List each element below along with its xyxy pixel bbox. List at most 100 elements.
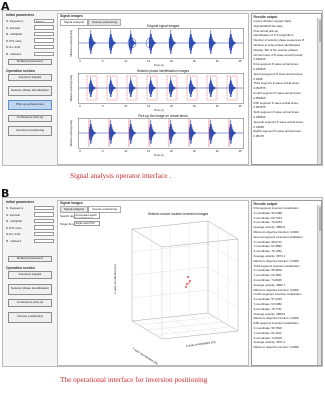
x-tick-label: 20 — [170, 149, 173, 153]
results-scrollbar-thumb-b[interactable] — [318, 207, 321, 231]
plot-frame — [78, 118, 244, 149]
x-tick-label: 15 — [147, 149, 150, 153]
x-tick-label: 15 — [147, 104, 150, 108]
tab-signal-analysis[interactable]: Signal analysis — [60, 18, 89, 26]
param-label: N. multiplier — [6, 32, 23, 37]
plot-frame — [78, 73, 244, 104]
param-label: S-S-L limit — [6, 232, 21, 237]
param-input[interactable] — [34, 38, 54, 43]
param-input[interactable] — [34, 25, 54, 30]
x-tick-label: 30 — [216, 149, 219, 153]
operation-button[interactable]: Inversion positioning — [8, 126, 52, 136]
param-row: N. multiplier — [6, 218, 54, 224]
param-label: P-STL ratio — [6, 225, 22, 230]
signal-images-group-b: Signal images Signal analysis Inverse po… — [57, 200, 249, 366]
operation-section-title: Operation section — [6, 69, 35, 73]
signal-plot[interactable]: 0 5 10 15 20 25 30 35 — [78, 118, 244, 154]
x-tick-label: 30 — [216, 59, 219, 63]
param-row: S. frequency — [6, 205, 54, 211]
signal-images-title: Signal images — [60, 14, 83, 18]
param-label: N. markers — [6, 52, 22, 56]
param-input[interactable] — [34, 238, 54, 244]
x-tick-label: 35 — [239, 149, 242, 153]
param-label: S. interval — [6, 25, 20, 30]
results-scrollbar-b[interactable] — [317, 205, 321, 365]
param-label: N. markers — [6, 239, 22, 243]
param-row: S. interval — [6, 212, 54, 218]
result-line: Minimum objective function: 0.0000 — [253, 345, 299, 350]
operation-button[interactable]: Inverse positioning — [8, 311, 52, 323]
operation-button[interactable]: Imported signals — [8, 271, 52, 279]
x-axis-label: X axis coordinates (m) — [186, 340, 216, 348]
x-axis-label: Time (s) — [154, 108, 164, 112]
initial-parameters-title-b: Initial parameters — [6, 200, 35, 204]
x-tick-label: 5 — [102, 104, 104, 108]
operation-button[interactable]: Continuous pick-up — [8, 114, 52, 122]
x-tick-label: 30 — [216, 104, 219, 108]
x-tick-label: 20 — [170, 104, 173, 108]
operation-button[interactable]: Pick up arrival times — [8, 100, 52, 110]
x-tick-label: 15 — [147, 59, 150, 63]
plot-frame — [78, 28, 244, 59]
inversion-plot-title: Seismic source location inversion images — [147, 212, 209, 216]
x-axis-label: Time (s) — [154, 153, 164, 157]
signal-images-group: Signal images Signal analysis Inverse po… — [57, 13, 249, 165]
x-axis-label: Time (s) — [154, 63, 164, 67]
inversion-positioning-window: Initial parameters S. frequency S. interv… — [2, 197, 323, 367]
x-tick-label: 35 — [239, 59, 242, 63]
param-input[interactable] — [34, 44, 54, 50]
signal-plot[interactable]: 0 5 10 15 20 25 30 35 — [78, 28, 244, 64]
operation-button[interactable]: Seismic phase identification — [8, 85, 52, 96]
param-input[interactable] — [34, 205, 54, 211]
param-row: P-STL ratio — [6, 225, 54, 231]
x-tick-label: 10 — [124, 149, 127, 153]
signal-plot[interactable]: 0 5 10 15 20 25 30 35 — [78, 73, 244, 109]
x-tick-label: 25 — [193, 104, 196, 108]
param-label: P-STL ratio — [6, 38, 22, 43]
param-label: S. frequency — [6, 19, 24, 23]
x-tick-label: 5 — [102, 59, 104, 63]
param-input[interactable] — [34, 212, 54, 217]
x-tick-label: 5 — [102, 149, 104, 153]
target-function-select[interactable]: Single wave PGV — [74, 221, 100, 226]
z-axis-label: Z axis coordinates (m) — [113, 264, 117, 294]
param-row: P-STL ratio — [6, 38, 54, 44]
param-input[interactable] — [34, 51, 54, 57]
left-control-column-b: Initial parameters S. frequency S. interv… — [4, 199, 56, 365]
initial-parameters-title: Initial parameters — [6, 13, 35, 17]
results-scrollbar[interactable] — [317, 18, 321, 164]
results-output-panel[interactable]: Results output Import vibration signals … — [251, 13, 322, 165]
signal-analysis-window: Initial parameters S. frequency 50000 S. i… — [2, 10, 323, 166]
result-line: 0.05175 — [253, 134, 264, 139]
param-label: S-S-L limit — [6, 45, 21, 50]
y-axis-label: Vibration velocity(cm/s) — [70, 120, 73, 147]
inversion-3d-plot[interactable]: Z axis coordinates (m) Y axis coordinate… — [108, 217, 246, 365]
param-input[interactable] — [34, 225, 54, 230]
x-tick-label: 35 — [239, 104, 242, 108]
y-axis-label: Vibration velocity(cm/s) — [70, 30, 73, 57]
param-input[interactable]: 50000 — [34, 18, 54, 24]
param-row: N. markers — [6, 51, 54, 57]
y-axis-label: Vibration velocity(cm/s) — [70, 75, 73, 102]
default-parameters-button-b[interactable]: Default parameters — [8, 256, 52, 262]
default-parameters-button[interactable]: Default parameters — [8, 59, 52, 65]
param-row: S-S-L limit — [6, 231, 54, 237]
param-input[interactable] — [34, 231, 54, 237]
results-scrollbar-thumb[interactable] — [318, 20, 321, 42]
operation-section-title-b: Operation section — [6, 266, 35, 270]
results-output-panel-b[interactable]: Results output First-segment inversion l… — [251, 200, 322, 366]
param-label: S. frequency — [6, 206, 24, 210]
operation-button[interactable]: Seismic phase identification — [8, 283, 52, 295]
operation-button[interactable]: Imported signals — [8, 74, 52, 81]
search-algorithm-select[interactable]: Accelerated search by variable step leng… — [74, 212, 100, 219]
x-tick-label: 0 — [79, 104, 81, 108]
operation-button[interactable]: Continuous pick-up — [8, 299, 52, 307]
x-tick-label: 20 — [170, 59, 173, 63]
y-axis-label: Y axis coordinates (m) — [131, 346, 158, 365]
x-tick-label: 25 — [193, 149, 196, 153]
signal-images-title-b: Signal images — [60, 201, 83, 205]
param-label: S. interval — [6, 212, 20, 217]
param-input[interactable] — [34, 218, 54, 224]
x-tick-label: 25 — [193, 59, 196, 63]
param-input[interactable] — [34, 31, 54, 37]
